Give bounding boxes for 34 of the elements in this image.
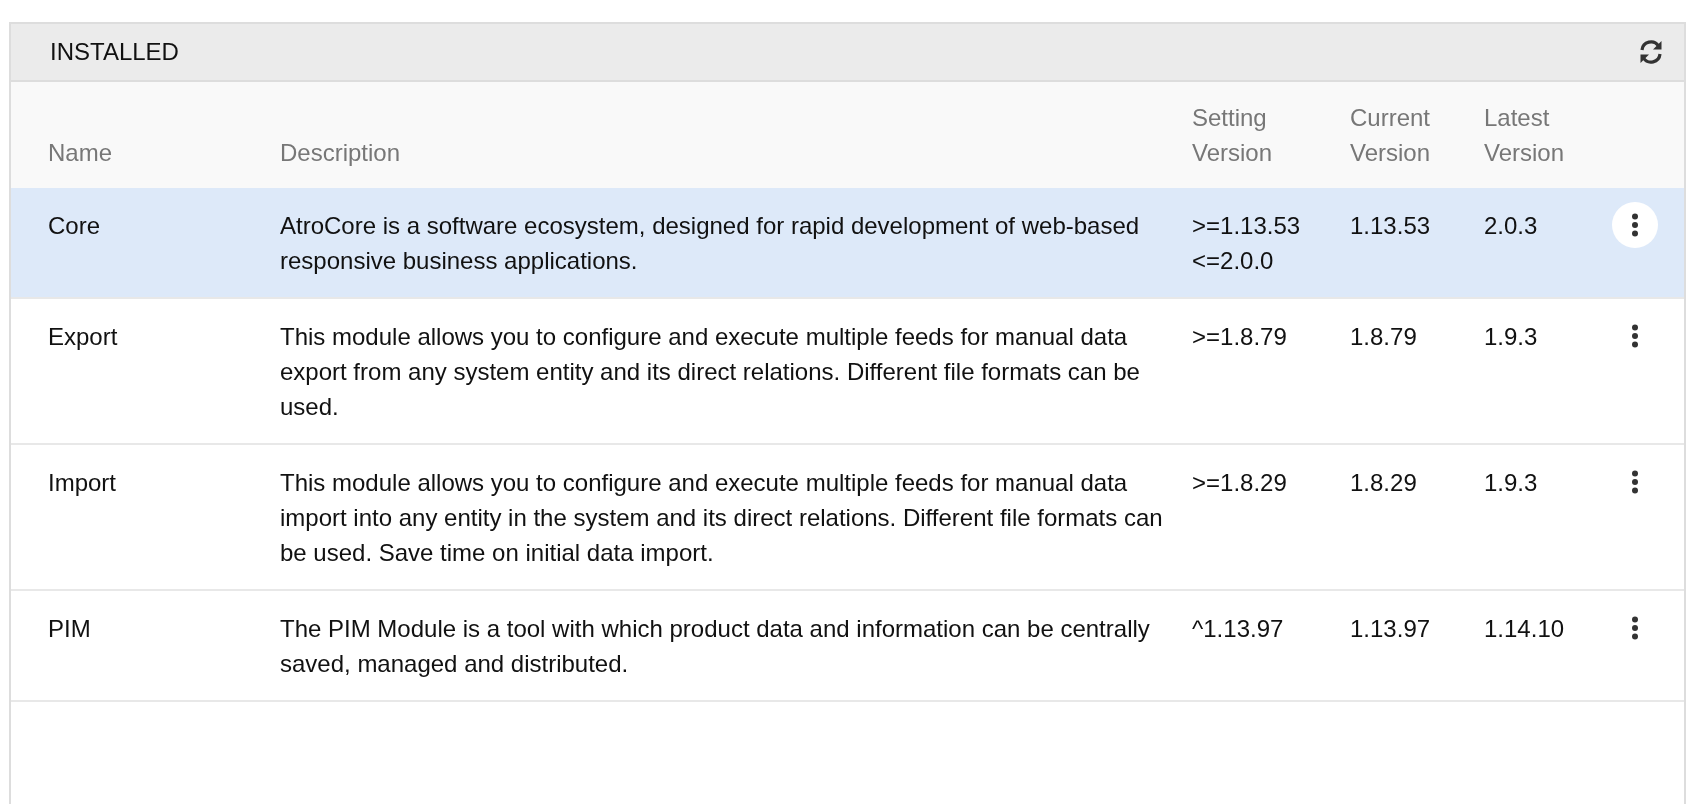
module-name: Import	[48, 469, 116, 496]
module-description: This module allows you to configure and execute multiple feeds for manual data import into any entity in the system and its direct relations. Different file formats can be used. Save time on initial data import.	[280, 469, 1163, 566]
more-options-button[interactable]	[1612, 202, 1658, 248]
kebab-icon	[1631, 470, 1639, 494]
module-name: Export	[48, 323, 118, 350]
current-version: 1.13.97	[1350, 615, 1431, 642]
column-header: Current Version	[1350, 82, 1484, 188]
setting-version: ^1.13.97	[1192, 615, 1284, 642]
latest-version: 1.9.3	[1484, 469, 1538, 496]
current-version: 1.13.53	[1350, 212, 1431, 239]
module-description: The PIM Module is a tool with which product data and information can be centrally saved, managed and distributed.	[280, 615, 1150, 677]
setting-version: >=1.13.53 <=2.0.0	[1192, 212, 1301, 274]
current-version: 1.8.79	[1350, 323, 1417, 350]
module-name: PIM	[48, 615, 91, 642]
panel-title: INSTALLED	[50, 37, 179, 67]
module-name: Core	[48, 212, 101, 239]
column-header: Description	[280, 82, 1192, 188]
refresh-icon[interactable]	[1638, 40, 1664, 64]
table-row[interactable]: PIM The PIM Module is a tool with which product data and information can be centrally saved, managed and distributed. ^1.13.97 1.13.97 1.14.10	[11, 590, 1684, 701]
setting-version: >=1.8.79	[1192, 323, 1287, 350]
current-version: 1.8.29	[1350, 469, 1417, 496]
module-description: This module allows you to configure and execute multiple feeds for manual data export from any system entity and its direct relations. Different file formats can be used.	[280, 323, 1140, 420]
latest-version: 1.9.3	[1484, 323, 1538, 350]
latest-version: 1.14.10	[1484, 615, 1565, 642]
latest-version: 2.0.3	[1484, 212, 1538, 239]
kebab-icon	[1631, 616, 1639, 640]
column-header: Name	[11, 82, 280, 188]
module-description: AtroCore is a software ecosystem, designed for rapid development of web-based responsive business applications.	[280, 212, 1140, 274]
kebab-icon	[1631, 213, 1639, 237]
setting-version: >=1.8.29	[1192, 469, 1287, 496]
column-header: Setting Version	[1192, 82, 1350, 188]
column-header: Latest Version	[1484, 82, 1612, 188]
table-row[interactable]: Export This module allows you to configure and execute multiple feeds for manual data export from any system entity and its direct relations. Different file formats can be used. >=1.8.79 1.8.79 1.9.3	[11, 298, 1684, 444]
kebab-icon	[1631, 324, 1639, 348]
